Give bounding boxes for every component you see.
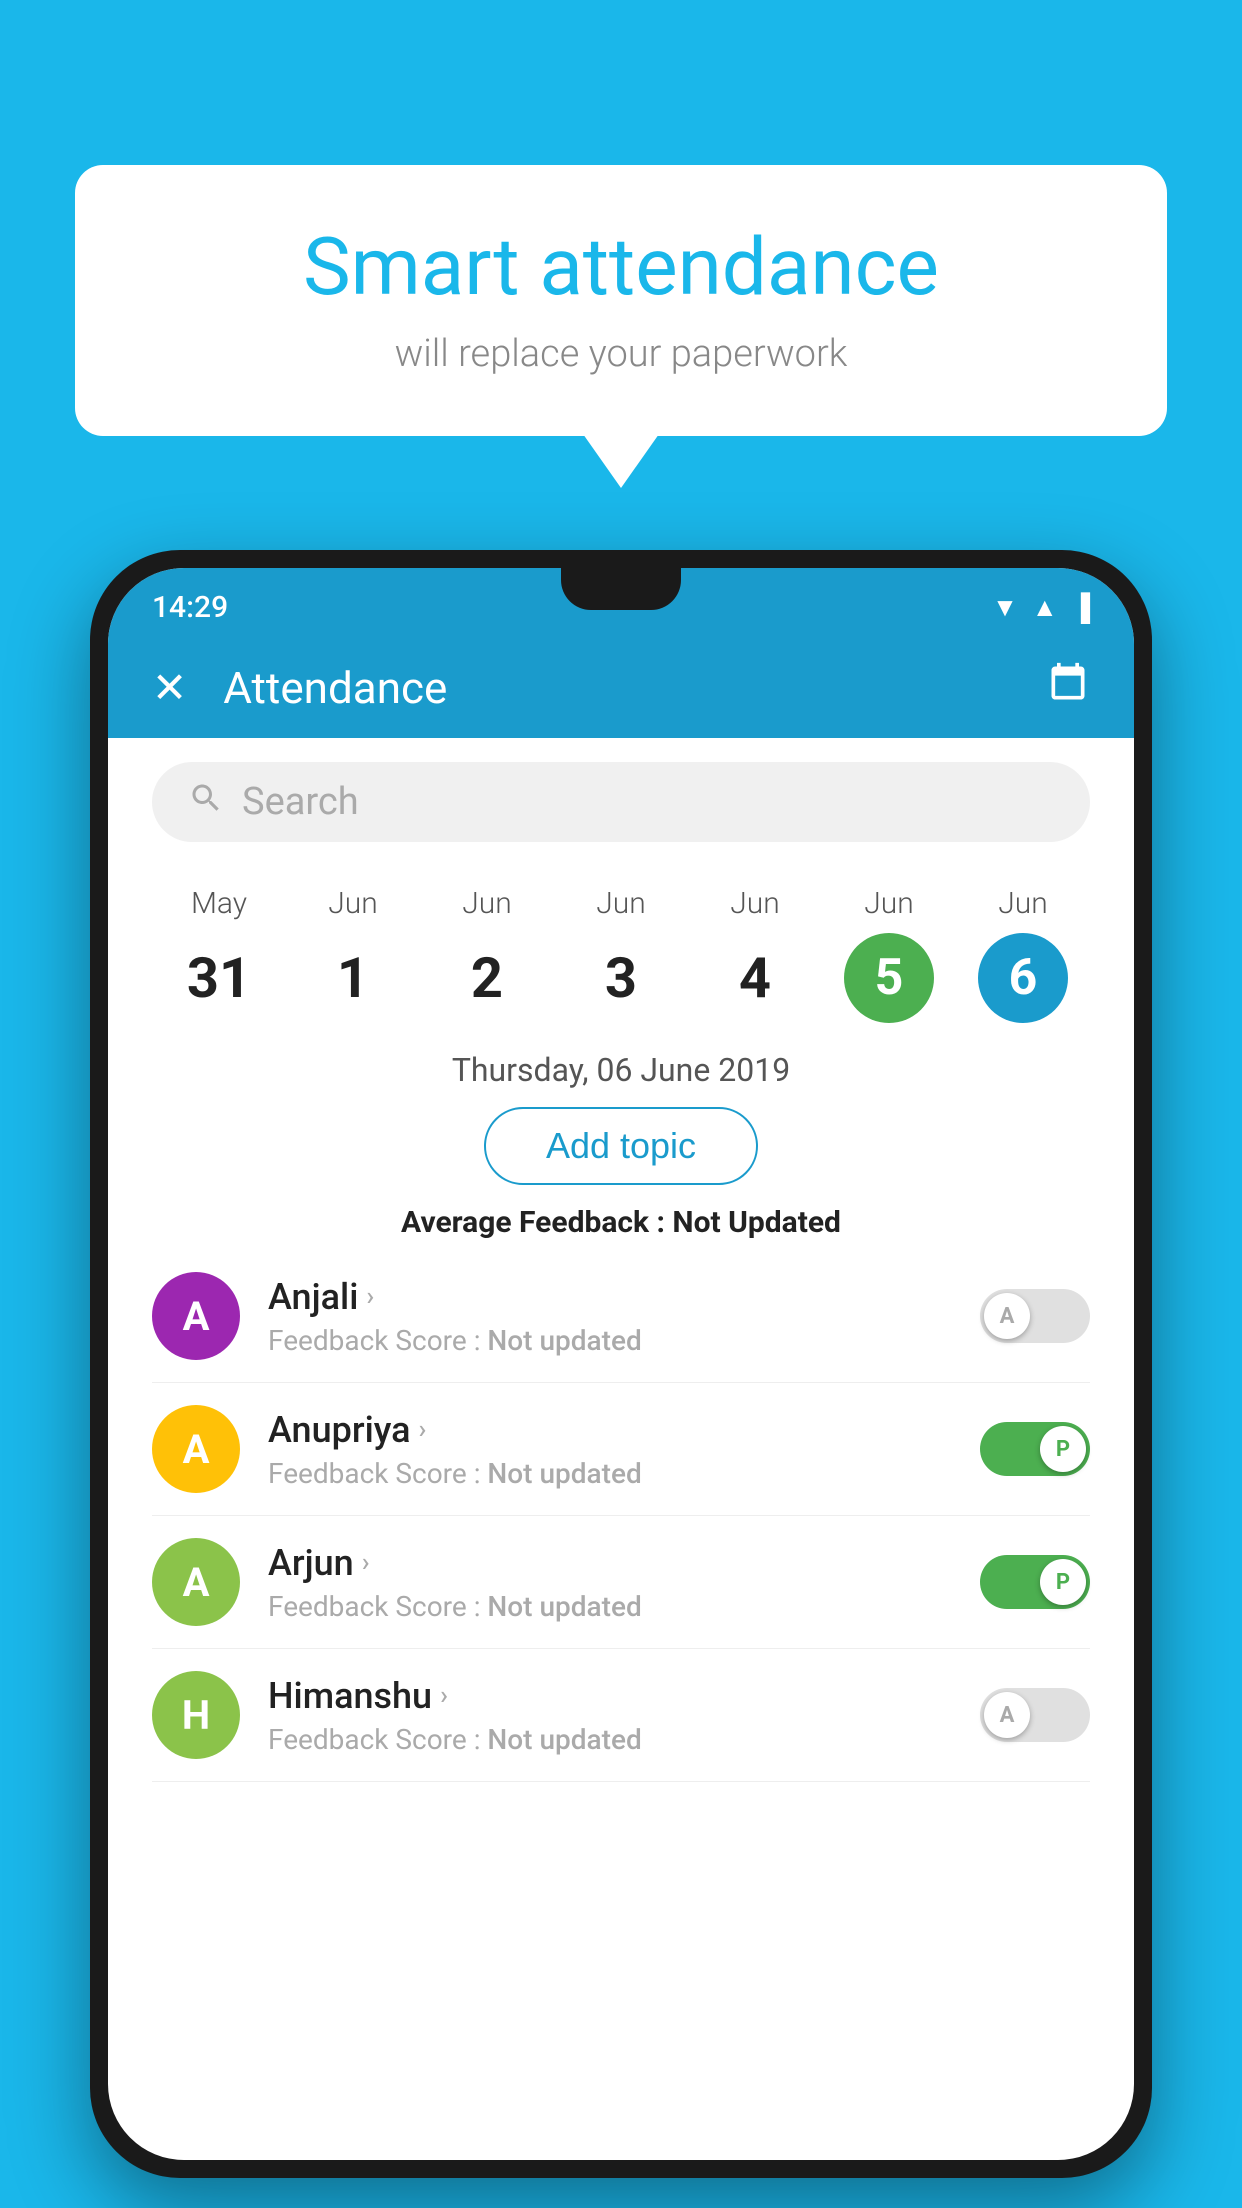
- status-icons: ▼ ▲ ▐: [992, 592, 1090, 623]
- student-name: Anupriya ›: [268, 1409, 952, 1451]
- search-icon: [188, 780, 224, 825]
- cal-date-label: 31: [174, 933, 264, 1023]
- avg-feedback: Average Feedback : Not Updated: [108, 1185, 1134, 1250]
- chevron-icon: ›: [366, 1282, 374, 1312]
- calendar-day[interactable]: Jun 5: [844, 886, 934, 1023]
- chevron-icon: ›: [440, 1681, 448, 1711]
- student-name: Arjun ›: [268, 1542, 952, 1584]
- calendar-day[interactable]: Jun 1: [308, 886, 398, 1023]
- app-bar-title: Attendance: [223, 662, 1010, 714]
- cal-month-label: Jun: [864, 886, 914, 921]
- cal-date-label: 3: [576, 933, 666, 1023]
- student-avatar: A: [152, 1405, 240, 1493]
- student-info: Anjali › Feedback Score : Not updated: [268, 1276, 952, 1357]
- bubble-title: Smart attendance: [135, 220, 1107, 314]
- student-info: Anupriya › Feedback Score : Not updated: [268, 1409, 952, 1490]
- search-placeholder: Search: [242, 780, 359, 824]
- cal-date-label: 5: [844, 933, 934, 1023]
- phone-notch: [561, 568, 681, 610]
- phone-frame: 14:29 ▼ ▲ ▐ ✕ Attendance: [90, 550, 1152, 2178]
- toggle-knob: P: [1040, 1559, 1086, 1605]
- cal-month-label: Jun: [462, 886, 512, 921]
- student-feedback: Feedback Score : Not updated: [268, 1723, 952, 1756]
- selected-date-label: Thursday, 06 June 2019: [108, 1023, 1134, 1107]
- calendar-day[interactable]: Jun 4: [710, 886, 800, 1023]
- bubble-subtitle: will replace your paperwork: [135, 332, 1107, 376]
- calendar-button[interactable]: [1046, 661, 1090, 716]
- phone-screen: 14:29 ▼ ▲ ▐ ✕ Attendance: [108, 568, 1134, 2160]
- toggle-switch[interactable]: P: [980, 1422, 1090, 1476]
- attendance-toggle[interactable]: P: [980, 1555, 1090, 1609]
- cal-month-label: Jun: [998, 886, 1048, 921]
- chevron-icon: ›: [362, 1548, 370, 1578]
- add-topic-button[interactable]: Add topic: [484, 1107, 758, 1185]
- cal-month-label: Jun: [328, 886, 378, 921]
- student-avatar: A: [152, 1538, 240, 1626]
- calendar-day[interactable]: Jun 3: [576, 886, 666, 1023]
- student-info: Himanshu › Feedback Score : Not updated: [268, 1675, 952, 1756]
- toggle-switch[interactable]: A: [980, 1688, 1090, 1742]
- student-info: Arjun › Feedback Score : Not updated: [268, 1542, 952, 1623]
- app-bar: ✕ Attendance: [108, 638, 1134, 738]
- attendance-toggle[interactable]: A: [980, 1688, 1090, 1742]
- student-item[interactable]: H Himanshu › Feedback Score : Not updated A: [152, 1649, 1090, 1782]
- student-avatar: H: [152, 1671, 240, 1759]
- search-bar-container: Search: [108, 738, 1134, 866]
- calendar-day[interactable]: Jun 2: [442, 886, 532, 1023]
- status-time: 14:29: [152, 590, 228, 625]
- student-feedback: Feedback Score : Not updated: [268, 1324, 952, 1357]
- cal-month-label: May: [191, 886, 247, 921]
- avg-feedback-label: Average Feedback :: [401, 1205, 672, 1240]
- avg-feedback-value: Not Updated: [672, 1205, 841, 1240]
- toggle-knob: P: [1040, 1426, 1086, 1472]
- student-item[interactable]: A Anupriya › Feedback Score : Not updated P: [152, 1383, 1090, 1516]
- cal-date-label: 6: [978, 933, 1068, 1023]
- student-list: AAnjali ›Feedback Score : Not updatedAAA…: [108, 1250, 1134, 1782]
- battery-icon: ▐: [1072, 592, 1090, 623]
- close-button[interactable]: ✕: [152, 663, 187, 713]
- student-feedback: Feedback Score : Not updated: [268, 1590, 952, 1623]
- cal-date-label: 2: [442, 933, 532, 1023]
- cal-date-label: 1: [308, 933, 398, 1023]
- wifi-icon: ▼: [992, 592, 1018, 623]
- speech-bubble: Smart attendance will replace your paper…: [75, 165, 1167, 436]
- student-avatar: A: [152, 1272, 240, 1360]
- search-bar[interactable]: Search: [152, 762, 1090, 842]
- toggle-knob: A: [984, 1692, 1030, 1738]
- student-name: Anjali ›: [268, 1276, 952, 1318]
- toggle-switch[interactable]: P: [980, 1555, 1090, 1609]
- attendance-toggle[interactable]: A: [980, 1289, 1090, 1343]
- student-name: Himanshu ›: [268, 1675, 952, 1717]
- signal-icon: ▲: [1032, 592, 1058, 623]
- calendar-row: May 31 Jun 1 Jun 2 Jun 3 Jun 4 Jun 5 Jun 6: [108, 866, 1134, 1023]
- toggle-knob: A: [984, 1293, 1030, 1339]
- calendar-day[interactable]: Jun 6: [978, 886, 1068, 1023]
- cal-month-label: Jun: [596, 886, 646, 921]
- attendance-toggle[interactable]: P: [980, 1422, 1090, 1476]
- student-feedback: Feedback Score : Not updated: [268, 1457, 952, 1490]
- chevron-icon: ›: [419, 1415, 427, 1445]
- cal-month-label: Jun: [730, 886, 780, 921]
- student-item[interactable]: A Arjun › Feedback Score : Not updated P: [152, 1516, 1090, 1649]
- calendar-day[interactable]: May 31: [174, 886, 264, 1023]
- cal-date-label: 4: [710, 933, 800, 1023]
- toggle-switch[interactable]: A: [980, 1289, 1090, 1343]
- student-item[interactable]: A Anjali › Feedback Score : Not updated A: [152, 1250, 1090, 1383]
